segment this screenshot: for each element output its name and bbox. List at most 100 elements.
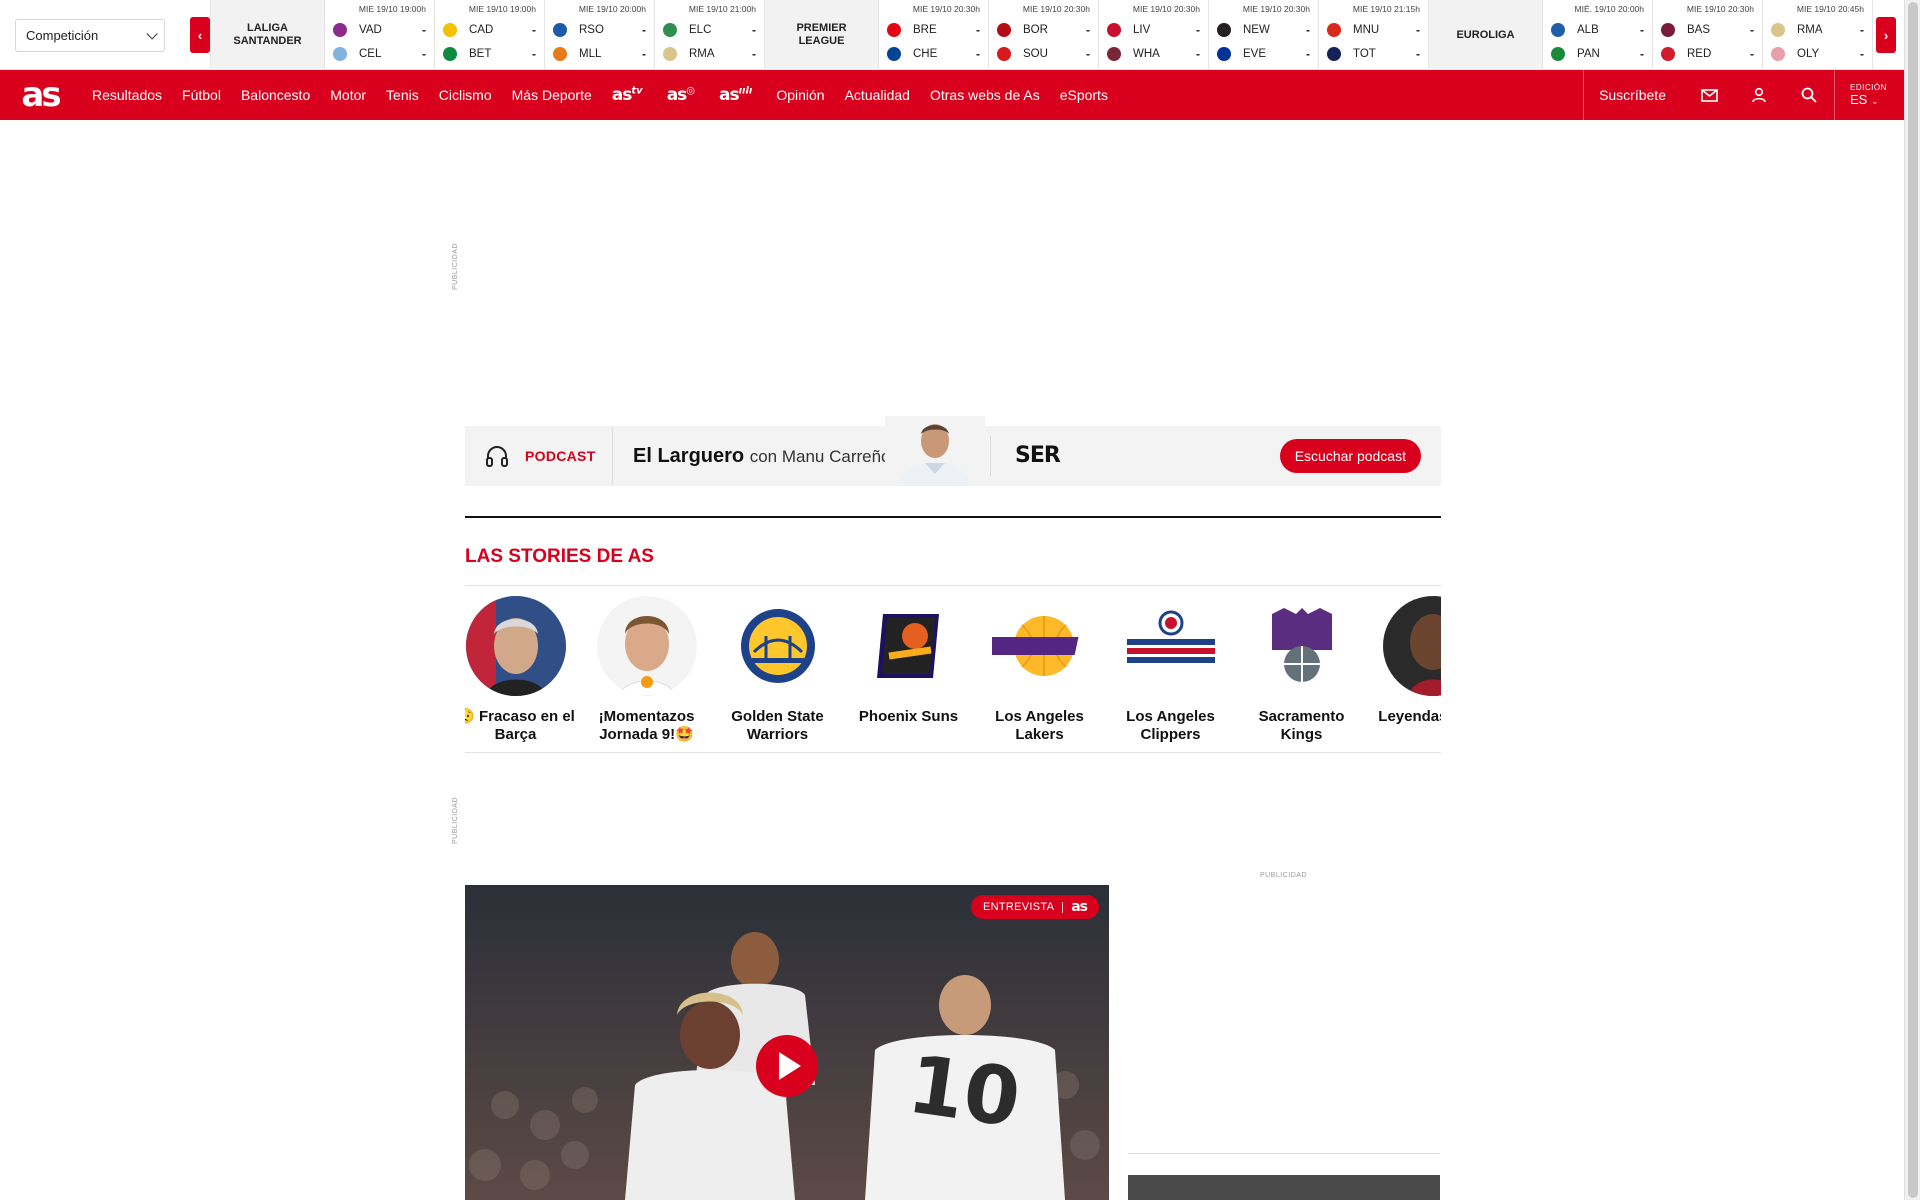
nav-brand-as-photo[interactable]: as◎ xyxy=(667,85,695,105)
team-crest-icon xyxy=(333,47,347,61)
story-item[interactable]: Los Angeles Clippers xyxy=(1105,596,1236,744)
team-crest-icon xyxy=(443,47,457,61)
match-card[interactable]: MIÉ. 19/10 20:00h ALB - PAN - xyxy=(1543,0,1653,70)
team-abbr: EVE xyxy=(1243,48,1267,60)
team-abbr: PAN xyxy=(1577,48,1600,60)
ad-label: PUBLICIDAD xyxy=(452,242,459,290)
match-card[interactable]: MIE 19/10 19:00h VAD - CEL - xyxy=(325,0,435,70)
team-abbr: NEW xyxy=(1243,24,1270,36)
story-item[interactable]: ¡Momentazos Jornada 9!🤩 xyxy=(581,596,712,744)
match-date: MIE 19/10 20:30h xyxy=(1242,4,1310,14)
nav-item-baloncesto[interactable]: Baloncesto xyxy=(241,87,310,103)
team-crest-icon xyxy=(1661,23,1675,37)
nav-item-otras-webs[interactable]: Otras webs de As xyxy=(930,87,1040,103)
scores-prev-button[interactable]: ‹ xyxy=(190,17,210,53)
edition-selector[interactable]: EDICIÓN ES ⌄ xyxy=(1834,70,1904,120)
chevron-left-icon: ‹ xyxy=(197,27,203,43)
story-item[interactable]: Phoenix Suns xyxy=(843,596,974,726)
nav-item-resultados[interactable]: Resultados xyxy=(92,87,162,103)
league-label-laliga[interactable]: LALIGA SANTANDER xyxy=(211,0,325,70)
match-card[interactable]: MIE 19/10 20:30h BRE - CHE - xyxy=(879,0,989,70)
match-card[interactable]: MIE 19/10 20:30h BOR - SOU - xyxy=(989,0,1099,70)
story-item[interactable]: Leyendas mate xyxy=(1367,596,1441,726)
site-logo[interactable]: as xyxy=(0,70,80,120)
nav-item-ciclismo[interactable]: Ciclismo xyxy=(439,87,492,103)
story-caption: Golden State Warriors xyxy=(731,708,824,743)
subscribe-link[interactable]: Suscríbete xyxy=(1583,70,1684,120)
search-button[interactable] xyxy=(1784,70,1834,120)
newsletter-button[interactable] xyxy=(1684,70,1734,120)
video-badge-brand: as xyxy=(1071,899,1088,915)
team-abbr: ELC xyxy=(689,24,712,36)
team-score: - xyxy=(1640,23,1644,37)
story-item[interactable]: 😥 Fracaso en el Barça xyxy=(465,596,581,744)
team-score: - xyxy=(422,23,426,37)
section-divider xyxy=(465,752,1441,753)
nav-item-opinion[interactable]: Opinión xyxy=(776,87,824,103)
story-thumbnail xyxy=(1382,596,1441,696)
story-caption: ¡Momentazos Jornada 9!🤩 xyxy=(598,708,695,743)
team-score: - xyxy=(976,23,980,37)
team-crest-icon xyxy=(443,23,457,37)
nav-item-futbol[interactable]: Fútbol xyxy=(182,87,221,103)
story-item[interactable]: Sacramento Kings xyxy=(1236,596,1367,744)
scores-bar: Competición ‹ LALIGA SANTANDER MIE 19/10 … xyxy=(0,0,1904,70)
featured-video[interactable]: 10 ENTREVISTA as xyxy=(465,885,1109,1200)
clippers-logo xyxy=(1126,610,1215,663)
listen-podcast-button[interactable]: Escuchar podcast xyxy=(1279,439,1421,473)
team-score: - xyxy=(752,23,756,37)
scrollbar-thumb[interactable] xyxy=(1908,2,1918,1198)
team-crest-icon xyxy=(553,47,567,61)
team-score: - xyxy=(1306,23,1310,37)
nav-item-mas-deporte[interactable]: Más Deporte xyxy=(512,87,592,103)
match-card[interactable]: MIE 19/10 20:45h RMA - OLY - xyxy=(1763,0,1873,70)
team-crest-icon xyxy=(1551,47,1565,61)
team-score: - xyxy=(1086,23,1090,37)
nav-item-esports[interactable]: eSports xyxy=(1060,87,1108,103)
scores-strip: LALIGA SANTANDER MIE 19/10 19:00h VAD - CE… xyxy=(210,0,1874,70)
match-card[interactable]: MIE 19/10 20:30h NEW - EVE - xyxy=(1209,0,1319,70)
nav-item-actualidad[interactable]: Actualidad xyxy=(845,87,910,103)
team-crest-icon xyxy=(887,23,901,37)
team-abbr: SOU xyxy=(1023,48,1048,60)
nav-brand-as-audio[interactable]: asıılı xyxy=(719,85,752,105)
match-date: MIE 19/10 20:30h xyxy=(912,4,980,14)
team-score: - xyxy=(1750,23,1754,37)
story-thumbnail xyxy=(465,596,566,696)
team-abbr: CHE xyxy=(913,48,938,60)
league-label-premier[interactable]: PREMIER LEAGUE xyxy=(765,0,879,70)
team-score: - xyxy=(1416,23,1420,37)
search-icon xyxy=(1801,87,1817,103)
team-crest-icon xyxy=(1217,23,1231,37)
nav-item-tenis[interactable]: Tenis xyxy=(386,87,419,103)
team-crest-icon xyxy=(1661,47,1675,61)
competition-select[interactable]: Competición xyxy=(15,19,165,52)
match-card[interactable]: MIE 19/10 21:00h ELC - RMA - xyxy=(655,0,765,70)
scores-next-button[interactable]: › xyxy=(1876,17,1896,53)
team-abbr: OLY xyxy=(1797,48,1820,60)
team-abbr: BAS xyxy=(1687,24,1711,36)
story-caption: 😥 Fracaso en el Barça xyxy=(465,708,575,743)
podcast-banner[interactable]: PODCAST El Larguero con Manu Carreño SER… xyxy=(465,416,1441,486)
story-item[interactable]: Los Angeles Lakers xyxy=(974,596,1105,744)
story-thumbnail xyxy=(859,596,959,696)
side-article-thumbnail[interactable] xyxy=(1128,1175,1440,1200)
user-account-button[interactable] xyxy=(1734,70,1784,120)
match-card[interactable]: MIE 19/10 20:00h RSO - MLL - xyxy=(545,0,655,70)
league-label-euroliga[interactable]: EUROLIGA xyxy=(1429,0,1543,70)
match-card[interactable]: MIE 19/10 19:00h CAD - BET - xyxy=(435,0,545,70)
match-card[interactable]: MIE 19/10 21:15h MNU - TOT - xyxy=(1319,0,1429,70)
match-date: MIE 19/10 19:00h xyxy=(358,4,426,14)
match-card[interactable]: MIE 19/10 20:30h LIV - WHA - xyxy=(1099,0,1209,70)
nav-item-motor[interactable]: Motor xyxy=(330,87,366,103)
nav-brand-as-tv[interactable]: astv xyxy=(612,85,643,105)
team-crest-icon xyxy=(663,23,677,37)
page-scrollbar[interactable] xyxy=(1904,0,1920,1200)
competition-select-value: Competición xyxy=(26,28,99,43)
story-item[interactable]: Golden State Warriors xyxy=(712,596,843,744)
match-card[interactable]: MIE 19/10 20:30h BAS - RED - xyxy=(1653,0,1763,70)
play-button[interactable] xyxy=(756,1035,818,1097)
suns-logo xyxy=(876,614,939,678)
team-crest-icon xyxy=(1107,47,1121,61)
ser-logo: SER xyxy=(1015,443,1061,468)
